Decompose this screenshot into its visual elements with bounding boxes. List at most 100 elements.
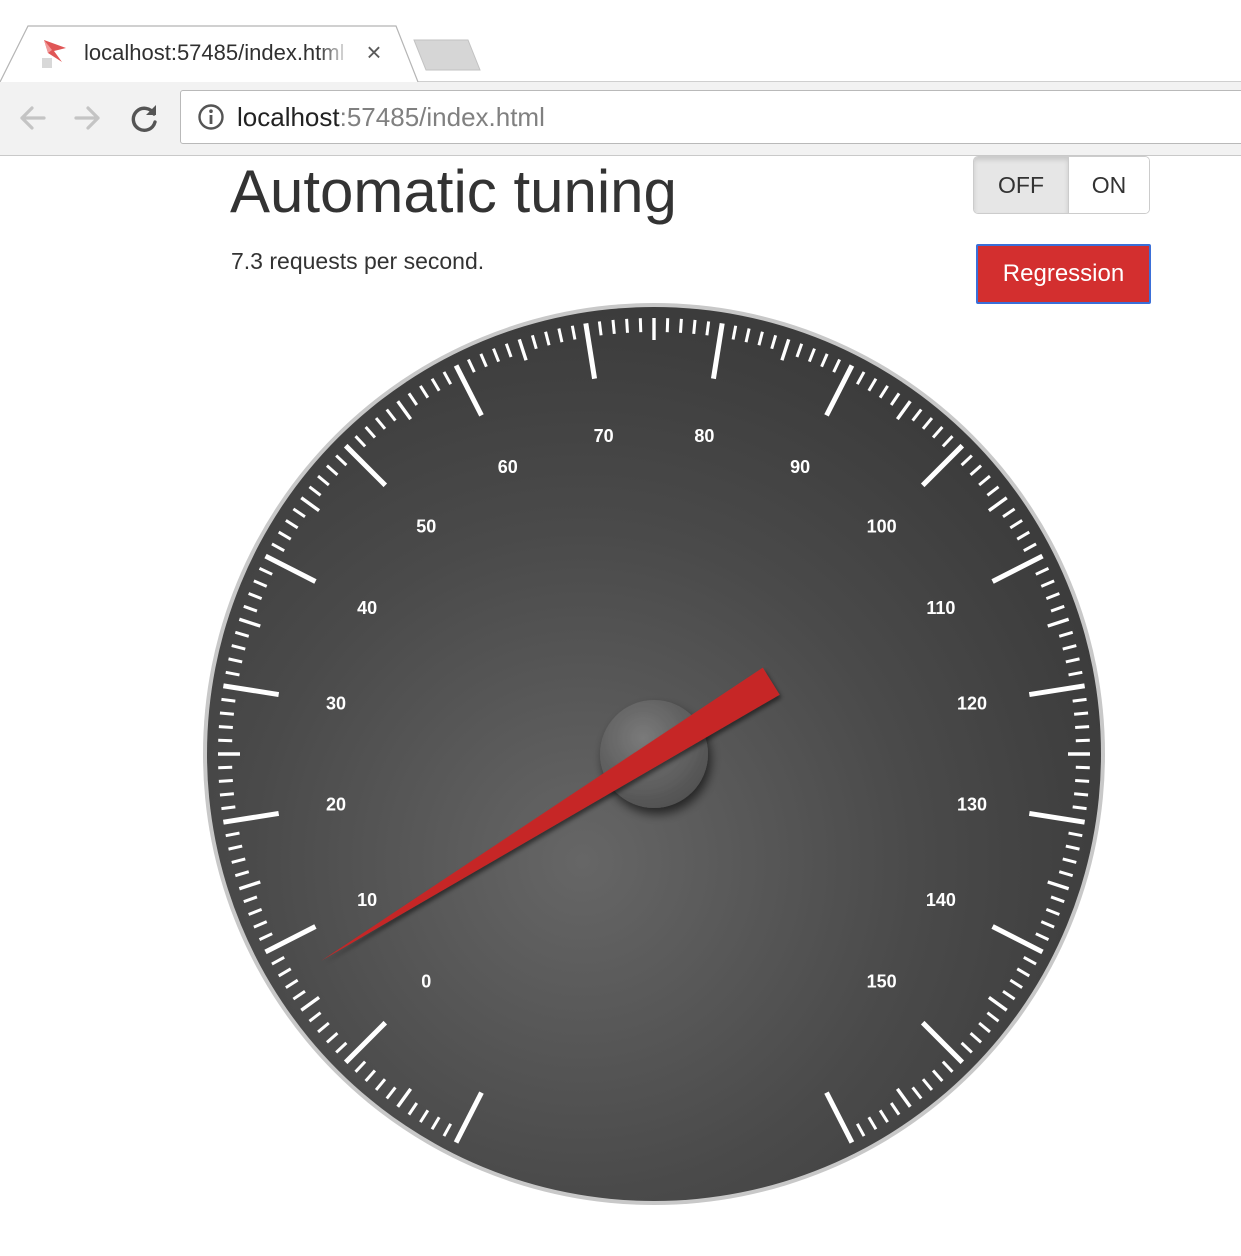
minor-tick	[228, 844, 243, 851]
major-tick	[222, 810, 280, 825]
minor-tick	[442, 371, 453, 385]
minor-tick	[407, 1102, 419, 1116]
tab-close-icon[interactable]: ×	[360, 38, 388, 66]
back-arrow-icon[interactable]	[14, 100, 50, 136]
minor-tick	[986, 1011, 1000, 1023]
major-tick	[710, 322, 725, 380]
minor-tick	[557, 328, 564, 343]
url-host: localhost	[237, 102, 340, 132]
gauge-label-10: 10	[357, 890, 377, 910]
toggle-off-button[interactable]: OFF	[974, 157, 1069, 213]
minor-tick	[679, 318, 683, 333]
minor-tick	[225, 831, 240, 838]
minor-tick	[705, 321, 711, 336]
minor-tick	[1058, 630, 1074, 638]
url-text[interactable]: localhost:57485/index.html	[237, 102, 545, 133]
minor-tick	[335, 454, 348, 467]
minor-tick	[396, 400, 413, 421]
minor-tick	[517, 338, 528, 361]
gauge-label-120: 120	[957, 694, 987, 714]
reload-icon[interactable]	[126, 100, 162, 136]
minor-tick	[228, 657, 243, 664]
gauge-label-0: 0	[421, 972, 431, 992]
minor-tick	[1016, 967, 1031, 978]
minor-tick	[419, 385, 430, 399]
minor-tick	[911, 1086, 923, 1100]
minor-tick	[530, 334, 538, 350]
on-off-toggle: OFF ON	[973, 156, 1150, 214]
minor-tick	[1002, 507, 1016, 519]
info-icon[interactable]	[197, 103, 225, 131]
minor-tick	[960, 454, 973, 467]
minor-tick	[744, 328, 751, 343]
minor-tick	[231, 857, 246, 864]
minor-tick	[243, 604, 258, 613]
minor-tick	[1023, 955, 1037, 966]
major-tick	[920, 443, 965, 488]
minor-tick	[335, 1041, 348, 1054]
minor-tick	[467, 358, 476, 373]
minor-tick	[1040, 920, 1055, 929]
minor-tick	[292, 989, 306, 1001]
address-bar[interactable]: localhost:57485/index.html	[180, 90, 1241, 144]
minor-tick	[1045, 907, 1060, 916]
minor-tick	[325, 1031, 339, 1044]
major-tick	[453, 364, 484, 417]
minor-tick	[238, 617, 261, 628]
new-tab-button[interactable]	[412, 38, 484, 72]
minor-tick	[225, 670, 240, 677]
minor-tick	[807, 348, 816, 363]
minor-tick	[253, 920, 268, 929]
gauge-needle-group	[321, 667, 780, 961]
minor-tick	[285, 978, 299, 989]
regression-button[interactable]: Regression	[976, 244, 1151, 304]
minor-tick	[308, 485, 322, 497]
minor-tick	[1016, 530, 1031, 541]
minor-tick	[597, 321, 603, 336]
minor-tick	[911, 408, 923, 422]
minor-tick	[258, 932, 273, 941]
minor-tick	[931, 425, 944, 439]
url-path: :57485/index.html	[339, 102, 545, 132]
minor-tick	[271, 542, 285, 553]
minor-tick	[1023, 542, 1037, 553]
major-tick	[343, 1020, 388, 1065]
minor-tick	[878, 385, 889, 399]
minor-tick	[407, 392, 419, 406]
major-tick	[453, 1091, 484, 1144]
minor-tick	[987, 496, 1008, 513]
minor-tick	[354, 435, 367, 448]
minor-tick	[374, 1078, 387, 1091]
minor-tick	[277, 967, 292, 978]
gauge-labels: 0 10 20 30 40 50 60 70 80 90 100 110 120 130 140 150	[326, 426, 987, 992]
gauge-label-50: 50	[416, 516, 436, 536]
minor-tick	[931, 1069, 944, 1083]
minor-tick	[385, 1086, 397, 1100]
minor-tick	[731, 325, 738, 340]
major-tick	[1028, 810, 1086, 825]
toggle-on-button[interactable]: ON	[1069, 157, 1149, 213]
minor-tick	[1073, 792, 1089, 797]
minor-tick	[248, 592, 263, 601]
forward-arrow-icon[interactable]	[70, 100, 106, 136]
minor-tick	[795, 343, 804, 358]
minor-tick	[969, 464, 983, 477]
gauge-label-90: 90	[790, 457, 810, 477]
minor-tick	[889, 1102, 901, 1116]
minor-tick	[611, 319, 616, 335]
minor-tick	[300, 995, 321, 1012]
browser-chrome: localhost:57485/index.html × localhost:5…	[0, 0, 1241, 156]
tab-strip: localhost:57485/index.html ×	[0, 0, 1241, 82]
minor-tick	[317, 474, 330, 487]
minor-tick	[1002, 989, 1016, 1001]
minor-tick	[479, 353, 488, 368]
minor-tick	[1035, 567, 1050, 576]
major-tick	[264, 924, 317, 955]
minor-tick	[1047, 617, 1070, 628]
major-tick	[991, 553, 1044, 584]
gauge-ticks	[218, 318, 1090, 1144]
minor-tick	[492, 348, 501, 363]
minor-tick	[1062, 644, 1077, 651]
minor-tick	[218, 725, 233, 729]
minor-tick	[889, 392, 901, 406]
